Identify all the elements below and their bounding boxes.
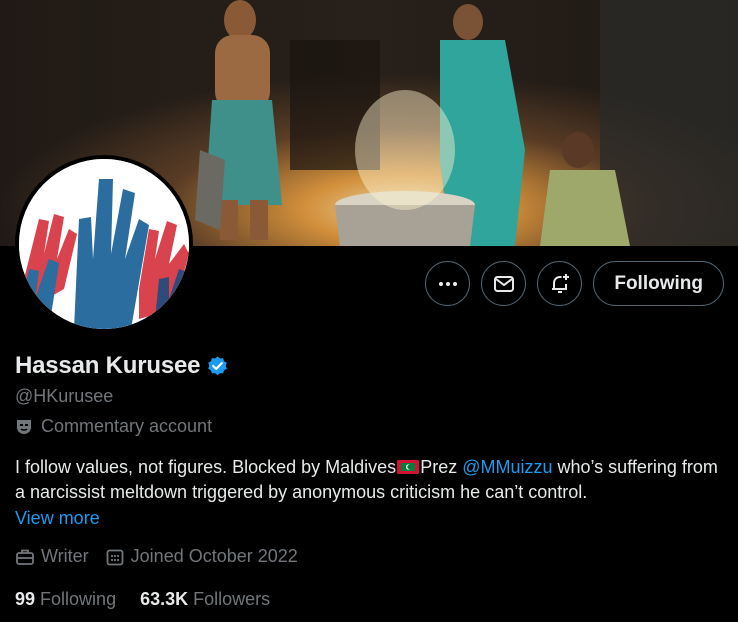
message-icon: [493, 275, 514, 292]
joined-item: Joined October 2022: [105, 546, 298, 567]
profile-bio: I follow values, not figures. Blocked by…: [15, 455, 730, 505]
follow-stats: 99 Following 63.3K Followers: [15, 589, 294, 610]
following-stat[interactable]: 99 Following: [15, 589, 116, 610]
avatar-image: [19, 159, 189, 329]
followers-stat[interactable]: 63.3K Followers: [140, 589, 270, 610]
account-label[interactable]: Commentary account: [15, 416, 212, 437]
following-label: Following: [40, 589, 117, 609]
joined-text: Joined October 2022: [130, 546, 298, 566]
name-row: Hassan Kurusee: [15, 352, 229, 380]
bio-mention-link[interactable]: @MMuizzu: [462, 457, 552, 477]
commentary-mask-icon: [17, 419, 31, 434]
followers-count: 63.3K: [140, 589, 189, 609]
briefcase-icon: [16, 549, 34, 565]
message-button[interactable]: [481, 261, 527, 306]
followers-label: Followers: [193, 589, 271, 609]
profile-meta: Writer Joined October 2022: [15, 546, 314, 567]
display-name: Hassan Kurusee: [15, 352, 201, 379]
bio-text-2: Prez: [420, 457, 463, 477]
account-label-text: Commentary account: [41, 416, 213, 436]
profile-actions: Following: [425, 261, 724, 306]
calendar-icon: [106, 549, 124, 565]
following-button[interactable]: Following: [593, 261, 724, 306]
verified-badge-icon[interactable]: [206, 355, 229, 378]
notification-button[interactable]: [537, 261, 583, 306]
more-icon: [438, 281, 457, 286]
more-button[interactable]: [425, 261, 471, 306]
notification-add-icon: [551, 273, 569, 293]
profession-text: Writer: [41, 546, 89, 566]
view-more-link[interactable]: View more: [15, 508, 100, 529]
maldives-flag-icon: [397, 460, 420, 474]
following-count: 99: [15, 589, 36, 609]
profession-item: Writer: [15, 546, 89, 567]
user-handle: @HKurusee: [15, 386, 114, 406]
bio-text-1: I follow values, not figures. Blocked by…: [15, 457, 397, 477]
avatar[interactable]: [15, 155, 193, 333]
